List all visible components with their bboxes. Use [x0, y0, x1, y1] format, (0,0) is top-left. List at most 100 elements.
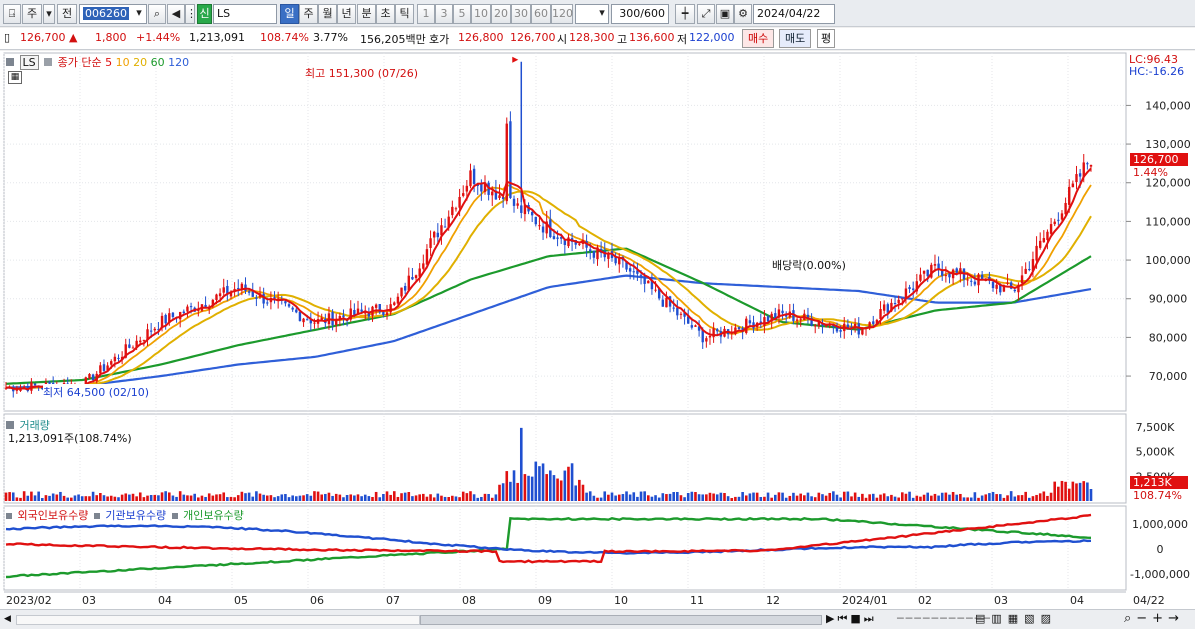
- toggle-ju-button[interactable]: 주: [22, 4, 42, 24]
- holding-legend: 외국인보유수량 기관보유수량 개인보유수량: [6, 507, 244, 523]
- volume-bar: [422, 493, 425, 501]
- period-day-tab[interactable]: 일: [280, 4, 299, 24]
- playback-icons[interactable]: ▶⏮■⏭: [826, 612, 877, 626]
- volume-bar: [676, 491, 679, 501]
- candle-body: [287, 304, 291, 307]
- candle-body: [908, 287, 911, 290]
- volume-legend-icon: [6, 421, 14, 429]
- volume-ratio: 108.74%: [260, 31, 309, 44]
- legend-ma10: 10: [115, 56, 130, 69]
- volume-bar: [131, 493, 135, 501]
- volume-bar: [280, 494, 284, 501]
- prev-next-icon[interactable]: ⋮: [185, 4, 197, 24]
- period-week-tab[interactable]: 주: [299, 4, 318, 24]
- volume-bar: [824, 495, 828, 501]
- period-second-tab[interactable]: 초: [376, 4, 395, 24]
- candle-body: [139, 340, 142, 343]
- candle-body: [15, 389, 19, 391]
- code-dropdown-icon[interactable]: ▾: [132, 4, 146, 24]
- volume-bar: [509, 481, 512, 501]
- holding-tick-label: -1,000,000: [1130, 568, 1190, 581]
- legend-toggle-icon[interactable]: [44, 58, 53, 66]
- volume-bar: [926, 492, 930, 501]
- draw-tool-icon[interactable]: ⤢: [697, 4, 715, 24]
- interval-3-button[interactable]: 3: [435, 4, 453, 24]
- volume-bar: [494, 494, 498, 501]
- volume-bar: [592, 495, 596, 501]
- volume-bar: [483, 493, 487, 501]
- period-minute-tab[interactable]: 분: [357, 4, 376, 24]
- chart-area[interactable]: 140,000 130,000 120,000 110,000 100,000 90,00…: [0, 51, 1195, 609]
- legend-institution: 기관보유수량: [105, 509, 167, 522]
- candle-body: [393, 302, 396, 305]
- dropdown-arrow-icon[interactable]: ▾: [43, 4, 55, 24]
- volume-bar: [578, 479, 581, 501]
- count-input[interactable]: 300/600: [611, 4, 669, 24]
- volume-bar: [229, 496, 233, 501]
- save-icon[interactable]: ▣: [716, 4, 734, 24]
- volume-bar: [226, 497, 229, 501]
- scroll-left-icon[interactable]: ◀: [4, 614, 14, 624]
- candle-body: [505, 123, 508, 202]
- volume-bar: [803, 495, 806, 501]
- volume-tick-label: 7,500K: [1136, 421, 1175, 434]
- candle-type-icon[interactable]: ┿: [675, 4, 695, 24]
- speaker-icon[interactable]: ◀: [167, 4, 185, 24]
- holding-legend-icon: [171, 513, 178, 519]
- period-tick-tab[interactable]: 틱: [395, 4, 414, 24]
- candle-body: [516, 203, 519, 206]
- interval-60-button[interactable]: 60: [531, 4, 551, 24]
- candle-body: [534, 216, 537, 225]
- scroll-track[interactable]: [16, 615, 420, 625]
- volume-bar: [988, 493, 991, 501]
- avg-button[interactable]: 평: [817, 29, 836, 48]
- volume-bar: [443, 496, 447, 501]
- sell-button[interactable]: 매도: [779, 29, 812, 48]
- window-menu-icon[interactable]: ⍈: [3, 4, 21, 24]
- interval-1-button[interactable]: 1: [417, 4, 435, 24]
- toggle-jeon-button[interactable]: 전: [57, 4, 77, 24]
- ticker-box[interactable]: LS: [19, 55, 39, 70]
- candle-body: [382, 311, 385, 315]
- volume-bar: [305, 494, 309, 501]
- candle-body: [955, 268, 958, 273]
- volume-bar: [777, 492, 781, 501]
- settings-gear-icon[interactable]: ⚙: [734, 4, 752, 24]
- volume-bar: [338, 494, 342, 501]
- volume-last-tag: 1,213K: [1130, 476, 1188, 489]
- volume-bar: [607, 494, 610, 501]
- x-axis-label: 2023/02: [6, 594, 52, 607]
- interval-5-button[interactable]: 5: [453, 4, 471, 24]
- candle-body: [164, 314, 167, 324]
- chart-svg[interactable]: 140,000130,000120,000110,000100,00090,00…: [0, 51, 1195, 609]
- stock-name-field[interactable]: LS: [213, 4, 277, 24]
- volume-bar: [850, 496, 853, 501]
- scroll-thumb[interactable]: [420, 615, 822, 625]
- volume-bar: [955, 494, 959, 501]
- period-month-tab[interactable]: 월: [318, 4, 337, 24]
- volume-bar: [269, 495, 273, 501]
- volume-bar: [146, 495, 149, 501]
- volume-bar: [519, 427, 523, 501]
- view-tool-icons[interactable]: ▤▥▦▧▨: [975, 612, 1057, 625]
- interval-20-button[interactable]: 20: [491, 4, 511, 24]
- low-label: 저: [677, 33, 688, 46]
- x-axis-label: 04: [1070, 594, 1084, 607]
- interval-120-button[interactable]: 120: [551, 4, 573, 24]
- volume-bar: [298, 495, 302, 501]
- high-price: 136,600: [629, 31, 675, 44]
- zoom-icons[interactable]: ⌕−+→: [1124, 611, 1184, 626]
- buy-button[interactable]: 매수: [742, 29, 775, 48]
- volume-bar: [1031, 496, 1035, 501]
- date-input[interactable]: 2024/04/22: [753, 4, 835, 24]
- volume-bar: [1071, 481, 1075, 501]
- interval-dropdown-icon[interactable]: ▾: [596, 4, 608, 24]
- table-icon[interactable]: ▦: [8, 71, 22, 84]
- period-year-tab[interactable]: 년: [337, 4, 356, 24]
- volume-bar: [447, 496, 451, 501]
- search-icon[interactable]: ⌕: [148, 4, 166, 24]
- candle-body: [1057, 219, 1060, 221]
- candle-body: [342, 315, 345, 318]
- interval-30-button[interactable]: 30: [511, 4, 531, 24]
- interval-10-button[interactable]: 10: [471, 4, 491, 24]
